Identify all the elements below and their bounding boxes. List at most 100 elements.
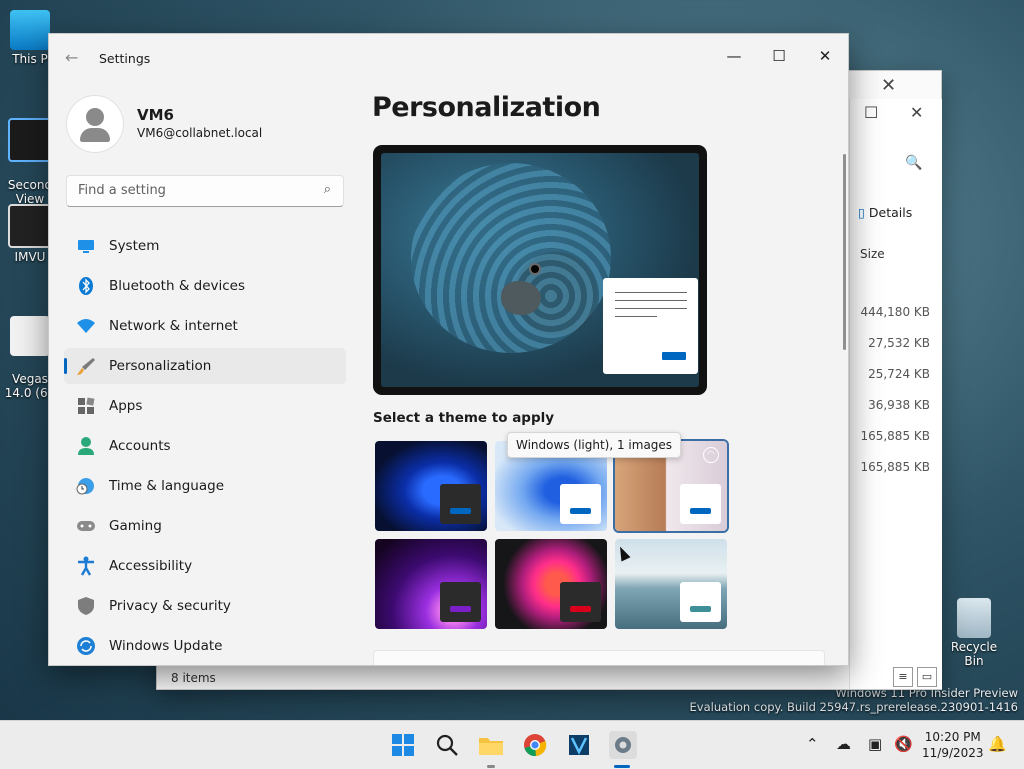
sidebar-item-windows-update[interactable]: Windows Update [64,628,346,664]
cloud-offline-icon[interactable]: ☁ [836,735,851,753]
size-cell: 36,938 KB [868,398,930,412]
close-icon[interactable]: ✕ [881,75,896,96]
search-icon [436,734,458,756]
sidebar-item-privacy[interactable]: Privacy & security [64,588,346,624]
maximize-icon[interactable]: ☐ [864,103,878,122]
size-column: 444,180 KB 27,532 KB 25,724 KB 36,938 KB… [850,305,930,491]
theme-accent-bar [570,606,591,612]
size-cell: 444,180 KB [860,305,930,319]
wallpaper-feathers [411,163,611,353]
minimize-button[interactable]: — [718,42,750,70]
sidebar-item-time-language[interactable]: Time & language [64,468,346,504]
notification-bell-icon[interactable]: 🔔 [988,735,1007,753]
sidebar-item-network[interactable]: Network & internet [64,308,346,344]
theme-accent-bar [570,508,591,514]
shield-icon [76,596,96,616]
column-header-size[interactable]: Size [860,247,885,261]
search-button[interactable] [433,731,461,759]
sidebar-item-label: Privacy & security [109,598,231,614]
details-icon: ▯ [858,205,865,220]
search-icon[interactable]: ⌕ [324,182,331,197]
evaluation-watermark: Windows 11 Pro Insider Preview Evaluatio… [690,686,1018,714]
clock[interactable]: 10:20 PM 11/9/2023 [922,729,984,761]
preview-accent-button [662,352,686,360]
sidebar-item-label: Personalization [109,358,212,374]
network-icon[interactable]: ▣ [868,735,882,753]
details-view-icon[interactable]: ≡ [893,667,913,687]
file-explorer-button[interactable] [477,731,505,759]
clock-date: 11/9/2023 [922,746,984,760]
update-icon [76,636,96,656]
theme-section-label: Select a theme to apply [373,410,555,426]
search-box: ⌕ [66,175,344,207]
sidebar-item-system[interactable]: System [64,228,346,264]
chrome-icon [524,734,547,757]
wallpaper-preview [381,153,699,387]
start-button[interactable] [389,731,417,759]
app-button[interactable] [565,731,593,759]
preview-line [615,292,687,293]
sidebar-item-accessibility[interactable]: Accessibility [64,548,346,584]
sidebar-nav: System Bluetooth & devices Network & int… [64,228,346,665]
view-toggle: ≡ ▭ [893,667,937,687]
theme-accent-bar [690,508,711,514]
title-bar: ← Settings — ☐ ✕ [49,34,848,82]
scrollbar[interactable] [843,154,846,350]
chevron-up-icon[interactable]: ⌃ [806,735,819,753]
close-button[interactable]: ✕ [809,42,841,70]
maximize-button[interactable]: ☐ [763,42,795,70]
brush-icon [76,356,96,376]
explorer-details-pane: ☐ ✕ 🔍 ▯ Details Size 444,180 KB 27,532 K… [849,99,942,689]
person-icon [76,436,96,456]
page-title: Personalization [372,92,601,123]
app-title: Settings [99,51,151,66]
sidebar-item-label: Gaming [109,518,162,534]
sidebar-item-gaming[interactable]: Gaming [64,508,346,544]
theme-card [680,484,721,524]
theme-tile-captured-motion[interactable] [495,539,607,629]
preview-window [603,278,698,374]
theme-preview [373,145,707,395]
settings-button[interactable] [609,731,637,759]
spotlight-icon: ◠ [703,447,719,463]
theme-card [560,484,601,524]
search-icon[interactable]: 🔍 [905,155,922,171]
recycle-bin-label: Recycle Bin [950,640,998,668]
volume-muted-icon[interactable]: 🔇 [894,735,913,753]
gear-icon [615,737,631,753]
taskbar: ⌃ ☁ ▣ 🔇 10:20 PM 11/9/2023 🔔 [0,720,1024,769]
preview-line [615,300,687,301]
wallpaper-beak [501,281,541,315]
status-bar-item-count: 8 items [171,671,216,685]
theme-card [440,582,481,622]
monitor-icon [76,236,96,256]
chrome-button[interactable] [521,731,549,759]
back-arrow-icon[interactable]: ← [65,48,78,67]
close-icon[interactable]: ✕ [910,103,923,122]
apps-icon [76,396,96,416]
theme-tile-windows-dark[interactable] [375,441,487,531]
theme-tile-glow[interactable] [375,539,487,629]
sidebar-item-label: System [109,238,160,254]
details-button[interactable]: ▯ Details [858,205,912,220]
settings-card[interactable] [373,650,825,665]
app-icon [8,118,52,162]
recycle-bin[interactable]: Recycle Bin [942,598,1006,668]
clock-time: 10:20 PM [924,730,981,744]
avatar[interactable] [67,96,123,152]
sidebar-item-accounts[interactable]: Accounts [64,428,346,464]
avatar-head [86,108,104,126]
theme-tile-flow[interactable] [615,539,727,629]
avatar-body [80,128,110,142]
sidebar-item-apps[interactable]: Apps [64,388,346,424]
sidebar-item-personalization[interactable]: Personalization [64,348,346,384]
search-input[interactable] [76,182,310,199]
tiles-view-icon[interactable]: ▭ [917,667,937,687]
sidebar-item-bluetooth[interactable]: Bluetooth & devices [64,268,346,304]
recycle-bin-icon [957,598,991,638]
file-icon [10,316,50,356]
preview-line [615,316,657,317]
theme-card [680,582,721,622]
user-email: VM6@collabnet.local [137,126,263,140]
desktop-icon-label: Second View [7,178,53,206]
